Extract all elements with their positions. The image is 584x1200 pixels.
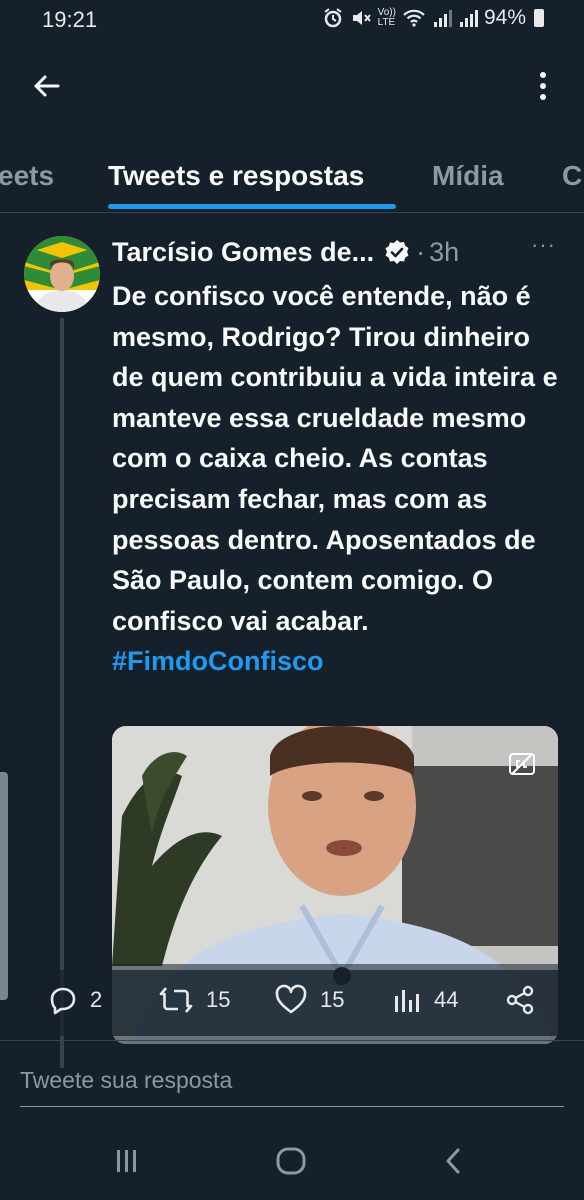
lte-text: LTE (377, 17, 396, 28)
back-button[interactable] (26, 66, 66, 106)
tab-curtidas[interactable]: C (562, 160, 582, 192)
tweet-body: De confisco você entende, não é mesmo, R… (112, 281, 558, 636)
tweet-header: Tarcísio Gomes de... · 3h (112, 232, 572, 272)
views-count: 44 (434, 987, 459, 1012)
tweet-time[interactable]: 3h (429, 237, 459, 268)
reply-count: 2 (90, 987, 103, 1012)
views-button[interactable]: 44 (392, 984, 458, 1016)
home-icon (276, 1147, 306, 1175)
more-vertical-icon (540, 72, 546, 100)
recent-apps-button[interactable] (112, 1146, 142, 1176)
reply-divider (0, 1040, 584, 1041)
hashtag-link[interactable]: #FimdoConfisco (112, 641, 562, 682)
captions-icon[interactable] (508, 750, 536, 783)
avatar-image (24, 236, 100, 312)
avatar[interactable] (24, 236, 100, 312)
retweet-count: 15 (206, 987, 231, 1012)
nav-back-button[interactable] (440, 1146, 468, 1176)
status-time: 19:21 (42, 7, 98, 32)
alarm-icon (324, 8, 342, 28)
like-count: 15 (320, 987, 345, 1012)
tab-tweets[interactable]: eets (0, 160, 54, 192)
retweet-icon (159, 987, 193, 1013)
tweet-actions: 2 15 15 44 (0, 970, 584, 1036)
reply-icon (50, 987, 76, 1015)
like-button[interactable]: 15 (274, 984, 344, 1016)
recent-apps-icon (117, 1150, 136, 1172)
active-tab-indicator (108, 204, 396, 209)
signal-icon-2 (459, 10, 478, 27)
tweet[interactable]: Tarcísio Gomes de... · 3h ··· De confisc… (0, 214, 584, 1068)
wifi-icon (403, 9, 425, 27)
heart-icon (275, 984, 307, 1014)
time-separator: · (416, 236, 426, 267)
reply-underline (20, 1106, 564, 1107)
verified-badge-icon (384, 239, 410, 265)
system-nav-bar (0, 1128, 584, 1200)
author-name[interactable]: Tarcísio Gomes de... (112, 237, 374, 268)
battery-icon (534, 9, 544, 27)
thread-line (60, 318, 64, 1068)
views-icon (395, 990, 419, 1012)
tweet-more-button[interactable]: ··· (531, 232, 556, 258)
reply-button[interactable]: 2 (46, 984, 102, 1016)
top-bar (0, 50, 584, 120)
status-icons: Vo)) LTE 94% (322, 6, 544, 30)
back-arrow-icon (34, 75, 60, 97)
edge-panel-handle[interactable] (0, 772, 8, 1000)
signal-icon-1 (433, 10, 452, 27)
tweet-text: De confisco você entende, não é mesmo, R… (112, 276, 562, 682)
share-icon (506, 985, 534, 1015)
reply-bar (0, 1048, 584, 1112)
status-bar: 19:21 Vo)) LTE 94% (0, 0, 584, 40)
nav-back-icon (446, 1148, 460, 1174)
reply-input[interactable] (20, 1062, 560, 1098)
home-button[interactable] (274, 1146, 308, 1176)
volte-label: Vo)) LTE (378, 8, 396, 28)
tab-tweets-e-respostas[interactable]: Tweets e respostas (108, 160, 364, 192)
battery-percent: 94% (483, 6, 526, 29)
more-options-button[interactable] (528, 66, 558, 106)
tab-midia[interactable]: Mídia (432, 160, 504, 192)
retweet-button[interactable]: 15 (158, 984, 230, 1016)
share-button[interactable] (504, 984, 536, 1016)
profile-tabs: eets Tweets e respostas Mídia C (0, 150, 584, 213)
mute-icon (352, 11, 371, 25)
